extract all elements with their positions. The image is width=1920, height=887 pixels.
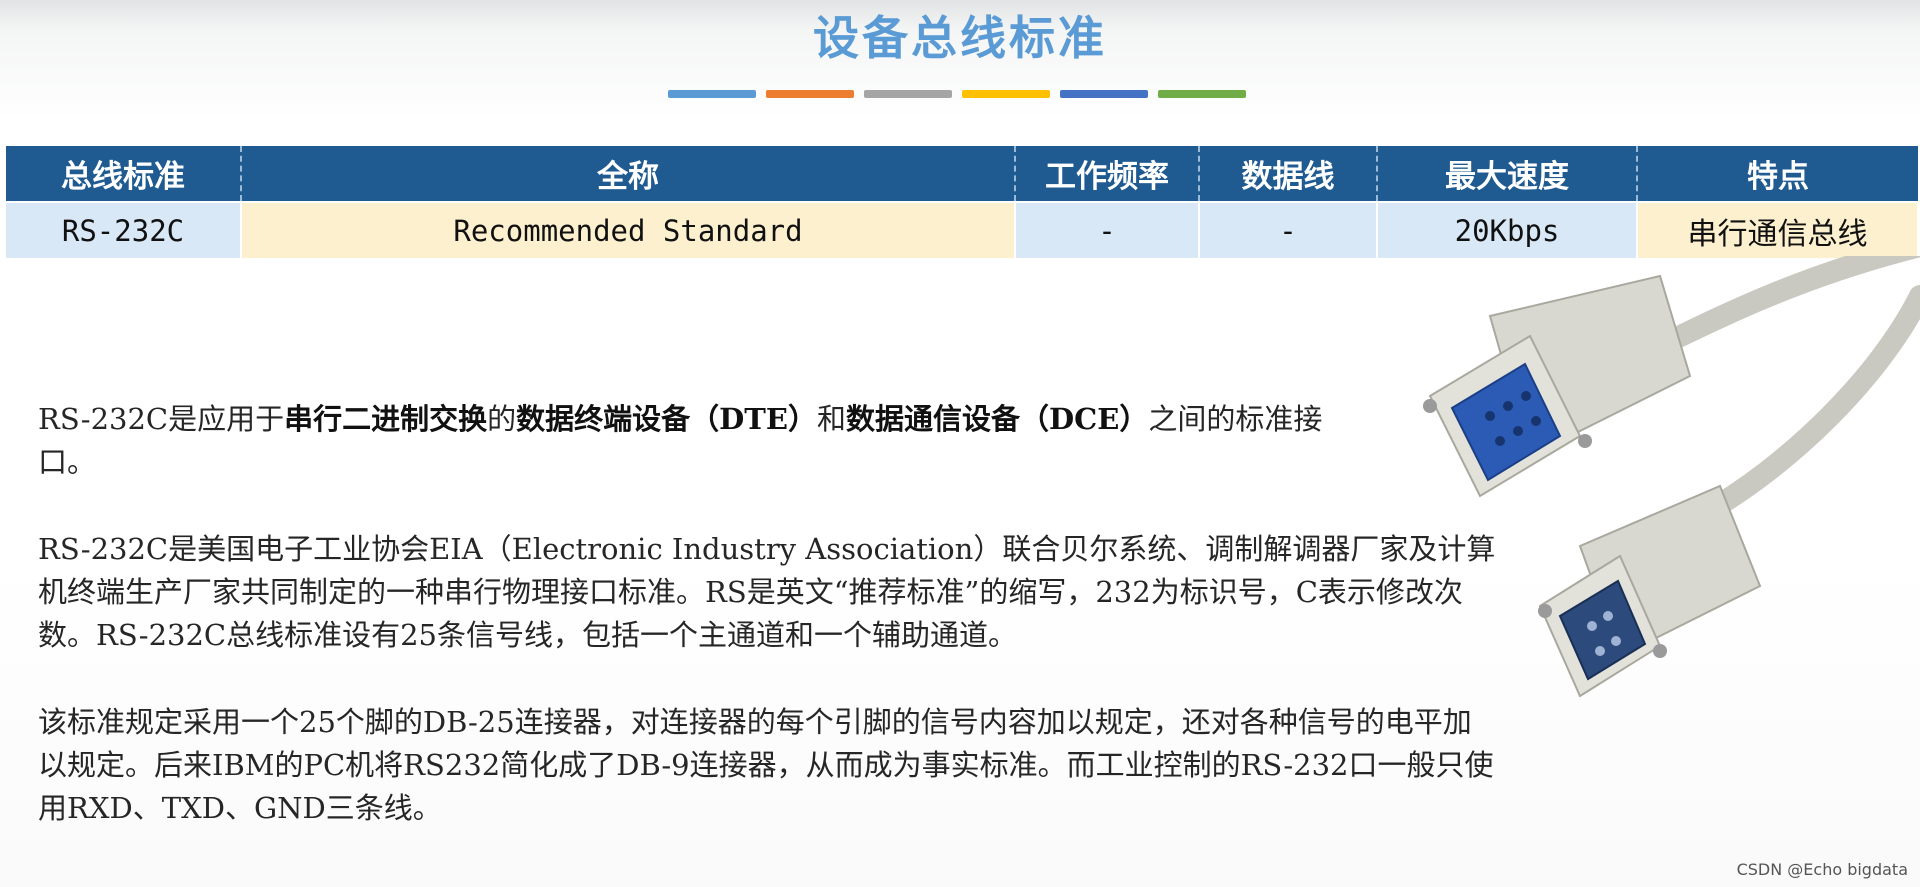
header-max-speed: 最大速度 bbox=[1377, 146, 1638, 202]
cell-full-name: Recommended Standard bbox=[241, 201, 1016, 258]
db9-male-connector bbox=[1538, 484, 1762, 698]
accent-bar bbox=[864, 90, 952, 98]
header-feature: 特点 bbox=[1637, 146, 1918, 202]
title-accent-bars bbox=[668, 90, 1246, 98]
table-header-row: 总线标准 全称 工作频率 数据线 最大速度 特点 bbox=[6, 146, 1918, 202]
bold-span: 数据通信设备（DCE） bbox=[846, 402, 1149, 436]
watermark: CSDN @Echo bigdata bbox=[1736, 860, 1908, 879]
header-bus-standard: 总线标准 bbox=[6, 146, 242, 202]
bold-span: 数据终端设备（DTE） bbox=[516, 402, 817, 436]
cell-feature: 串行通信总线 bbox=[1637, 201, 1919, 258]
accent-bar bbox=[962, 90, 1050, 98]
bus-standard-table: 总线标准 全称 工作频率 数据线 最大速度 特点 RS-232C Recomme… bbox=[6, 146, 1919, 258]
accent-bar bbox=[668, 90, 756, 98]
cell-data-lines: - bbox=[1199, 201, 1378, 258]
text-span: RS-232C是应用于 bbox=[38, 402, 285, 436]
body-text: RS-232C是应用于串行二进制交换的数据终端设备（DTE）和数据通信设备（DC… bbox=[38, 398, 1498, 874]
header-frequency: 工作频率 bbox=[1015, 146, 1200, 202]
slide-title: 设备总线标准 bbox=[813, 11, 1107, 65]
cell-standard: RS-232C bbox=[6, 201, 242, 258]
accent-bar bbox=[766, 90, 854, 98]
bold-span: 串行二进制交换 bbox=[284, 402, 488, 436]
accent-bar bbox=[1060, 90, 1148, 98]
header-data-lines: 数据线 bbox=[1199, 146, 1378, 202]
db9-female-connector bbox=[1423, 274, 1692, 498]
text-span: 的 bbox=[487, 402, 517, 436]
cell-max-speed: 20Kbps bbox=[1377, 201, 1638, 258]
accent-bar bbox=[1158, 90, 1246, 98]
paragraph-connector: 该标准规定采用一个25个脚的DB-25连接器，对连接器的每个引脚的信号内容加以规… bbox=[38, 705, 1494, 825]
header-full-name: 全称 bbox=[241, 146, 1016, 202]
cell-frequency: - bbox=[1015, 201, 1200, 258]
serial-cable-image bbox=[1423, 256, 1920, 698]
paragraph-history: RS-232C是美国电子工业协会EIA（Electronic Industry … bbox=[38, 532, 1496, 652]
text-span: 和 bbox=[816, 402, 846, 436]
paragraph-definition: RS-232C是应用于串行二进制交换的数据终端设备（DTE）和数据通信设备（DC… bbox=[38, 398, 1328, 484]
table-row: RS-232C Recommended Standard - - 20Kbps … bbox=[6, 201, 1919, 258]
